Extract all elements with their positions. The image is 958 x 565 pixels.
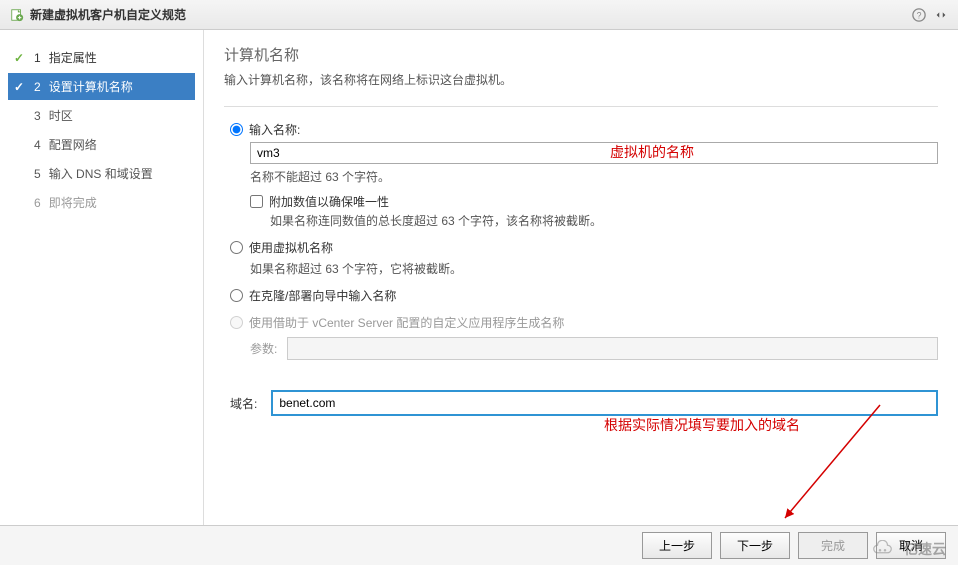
divider — [224, 106, 938, 107]
append-numeric-row[interactable]: 附加数值以确保唯一性 — [250, 193, 938, 210]
radio-row-vcenter: 使用借助于 vCenter Server 配置的自定义应用程序生成名称 — [230, 314, 938, 331]
param-label: 参数: — [250, 340, 277, 357]
append-numeric-checkbox[interactable] — [250, 195, 263, 208]
step-4: 4 配置网络 — [8, 131, 195, 158]
step-num: 6 — [34, 196, 41, 210]
check-icon: ✓ — [14, 51, 26, 65]
annotation-arrow — [770, 400, 890, 530]
param-row: 参数: — [250, 337, 938, 360]
domain-label: 域名: — [230, 395, 257, 412]
page-subheading: 输入计算机名称，该名称将在网络上标识这台虚拟机。 — [224, 71, 938, 88]
step-5: 5 输入 DNS 和域设置 — [8, 160, 195, 187]
radio-enter-in-wizard-label: 在克隆/部署向导中输入名称 — [249, 287, 396, 304]
vm-name-input[interactable] — [250, 142, 938, 164]
step-num: 3 — [34, 109, 41, 123]
radio-row-wizard[interactable]: 在克隆/部署向导中输入名称 — [230, 287, 938, 304]
prev-button[interactable]: 上一步 — [642, 532, 712, 559]
expand-icon[interactable] — [934, 8, 948, 22]
step-num: 4 — [34, 138, 41, 152]
help-icon[interactable]: ? — [912, 8, 926, 22]
form-area: 输入名称: 名称不能超过 63 个字符。 附加数值以确保唯一性 如果名称连同数值… — [224, 121, 938, 416]
step-label: 时区 — [49, 107, 73, 124]
use-vm-hint: 如果名称超过 63 个字符，它将被截断。 — [250, 260, 938, 277]
titlebar-right: ? — [912, 8, 948, 22]
step-2[interactable]: ✓ 2 设置计算机名称 — [8, 73, 195, 100]
step-label: 配置网络 — [49, 136, 97, 153]
option-enter-name[interactable]: 输入名称: — [230, 121, 938, 138]
titlebar-left: 新建虚拟机客户机自定义规范 — [10, 6, 186, 23]
param-input — [287, 337, 938, 360]
radio-use-vm-name[interactable] — [230, 241, 243, 254]
step-3: 3 时区 — [8, 102, 195, 129]
append-numeric-hint: 如果名称连同数值的总长度超过 63 个字符，该名称将被截断。 — [270, 212, 938, 229]
step-label: 指定属性 — [49, 49, 97, 66]
option-vcenter-app: 使用借助于 vCenter Server 配置的自定义应用程序生成名称 参数: — [230, 314, 938, 360]
name-input-wrap: 名称不能超过 63 个字符。 附加数值以确保唯一性 如果名称连同数值的总长度超过… — [250, 142, 938, 229]
step-num: 1 — [34, 51, 41, 65]
finish-button: 完成 — [798, 532, 868, 559]
step-label: 即将完成 — [49, 194, 97, 211]
footer: 上一步 下一步 完成 取消 — [0, 525, 958, 565]
name-hint: 名称不能超过 63 个字符。 — [250, 168, 938, 185]
step-1[interactable]: ✓ 1 指定属性 — [8, 44, 195, 71]
option-enter-in-wizard: 在克隆/部署向导中输入名称 — [230, 287, 938, 304]
radio-enter-name-label: 输入名称: — [249, 121, 300, 138]
radio-enter-in-wizard[interactable] — [230, 289, 243, 302]
title-text: 新建虚拟机客户机自定义规范 — [30, 6, 186, 23]
svg-text:?: ? — [917, 10, 922, 20]
watermark-text: 亿速云 — [904, 539, 946, 559]
step-num: 5 — [34, 167, 41, 181]
option-use-vm-name: 使用虚拟机名称 如果名称超过 63 个字符，它将被截断。 — [230, 239, 938, 277]
sidebar: ✓ 1 指定属性 ✓ 2 设置计算机名称 3 时区 4 配置网络 5 输入 DN… — [0, 30, 204, 529]
step-num: 2 — [34, 80, 41, 94]
annotation-vm-name: 虚拟机的名称 — [610, 142, 694, 162]
watermark: 亿速云 — [870, 539, 946, 559]
step-label: 输入 DNS 和域设置 — [49, 165, 153, 182]
append-numeric-label: 附加数值以确保唯一性 — [269, 193, 389, 210]
radio-vcenter-app-label: 使用借助于 vCenter Server 配置的自定义应用程序生成名称 — [249, 314, 564, 331]
step-label: 设置计算机名称 — [49, 78, 133, 95]
radio-enter-name[interactable] — [230, 123, 243, 136]
new-spec-icon — [10, 8, 24, 22]
radio-vcenter-app — [230, 316, 243, 329]
watermark-icon — [870, 540, 900, 558]
step-6: 6 即将完成 — [8, 189, 195, 216]
check-icon: ✓ — [14, 80, 26, 94]
next-button[interactable]: 下一步 — [720, 532, 790, 559]
titlebar: 新建虚拟机客户机自定义规范 ? — [0, 0, 958, 30]
radio-use-vm-name-label: 使用虚拟机名称 — [249, 239, 333, 256]
radio-row-use-vm[interactable]: 使用虚拟机名称 — [230, 239, 938, 256]
page-heading: 计算机名称 — [224, 44, 938, 65]
